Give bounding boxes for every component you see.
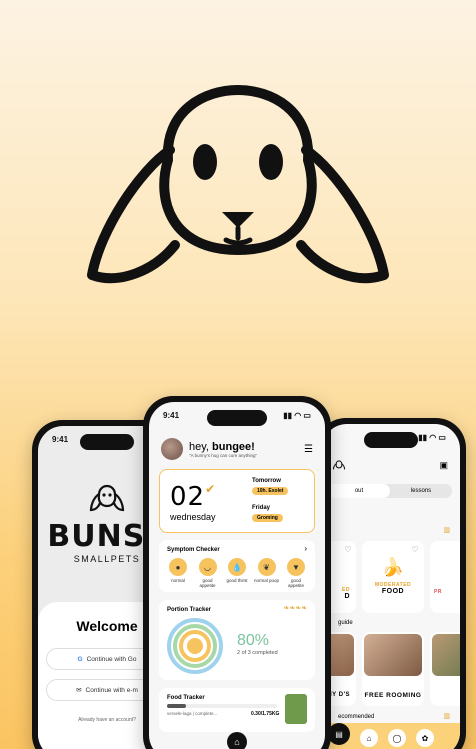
google-icon: G [77, 655, 83, 663]
guide-image [432, 634, 460, 676]
food-card[interactable]: ♡ 🍌 MODERATED FOOD [362, 541, 424, 613]
learn-screen: ▮▮ ◠ ▭ ▣ out lessons ▥ ♡ ED D ♡ 🍌 MODERAT… [322, 424, 460, 749]
symptom-item[interactable]: 💧 good thirst [224, 558, 250, 588]
bunny-logo-icon [87, 85, 389, 284]
notch [364, 432, 418, 448]
symptom-item[interactable]: ● normal [165, 558, 191, 588]
book-icon[interactable]: ▤ [328, 723, 350, 745]
bunny-icon [89, 484, 125, 512]
guide-card[interactable] [430, 632, 460, 706]
carrot-icon: ▼ [287, 558, 305, 576]
event-pill[interactable]: Groming [252, 514, 283, 522]
leaf-icon: ❦ [257, 558, 276, 576]
recommended-label: ecommended [338, 714, 375, 720]
date-number: 02✔ [170, 482, 217, 512]
symptom-list: ● normal ◡ good appetite 💧 good thirst ❦ nor… [165, 558, 309, 588]
status-time: 9:41 [52, 435, 69, 444]
check-icon: ✔ [205, 482, 217, 496]
mail-icon: ✉ [76, 687, 82, 694]
symptom-item[interactable]: ▼ good appetite [283, 558, 309, 588]
greeting-row: hey, bungee! "A bunny's hug can cure any… [161, 438, 313, 460]
food-subtitle: versele-laga | complete... [167, 711, 218, 716]
grid-icon[interactable]: ▥ [443, 526, 450, 534]
heart-icon[interactable]: ♡ [344, 545, 352, 554]
symptom-card[interactable]: Symptom Checker › ● normal ◡ good appetite… [159, 540, 315, 592]
dashboard-screen: 9:41 ▮▮ ◠ ▭ hey, bungee! "A bunny's hug c… [149, 402, 325, 749]
card-title: Portion Tracker [167, 607, 212, 613]
status-time: 9:41 [163, 411, 180, 420]
status-icons: ▮▮ ◠ ▭ [283, 411, 311, 420]
grid-icon[interactable]: ▥ [443, 712, 450, 720]
portion-ring [167, 618, 223, 674]
symptom-item[interactable]: ❦ normal poop [254, 558, 280, 588]
carrot-icon: ❧❧❧❧ [283, 605, 307, 612]
home-icon[interactable]: ⌂ [227, 732, 247, 749]
drop-icon: 💧 [228, 558, 246, 576]
symptom-item[interactable]: ◡ good appetite [195, 558, 221, 588]
notch [80, 434, 134, 450]
bottom-nav: ▤ ⌂ ◯ ✿ [322, 723, 460, 749]
date-card[interactable]: 02✔ wednesday Tomorrow 10h. Exolet Friday… [159, 469, 315, 533]
chat-icon[interactable]: ◯ [388, 729, 406, 747]
food-progress [167, 704, 277, 708]
guide-image [364, 634, 422, 676]
food-progress-fill [167, 704, 186, 708]
poop-icon: ● [169, 558, 187, 576]
home-icon[interactable]: ⌂ [360, 729, 378, 747]
card-title: Symptom Checker [167, 547, 220, 553]
bowl-icon: ◡ [198, 558, 217, 576]
tab-lessons[interactable]: lessons [390, 484, 452, 498]
guide-label: guide [338, 620, 353, 626]
settings-sliders-icon[interactable]: ☰ [304, 444, 313, 455]
paw-icon[interactable]: ✿ [416, 729, 434, 747]
portion-card[interactable]: Portion Tracker ❧❧❧❧ 80% 2 of 3 complete… [159, 600, 315, 680]
learn-phone: ▮▮ ◠ ▭ ▣ out lessons ▥ ♡ ED D ♡ 🍌 MODERAT… [316, 418, 466, 749]
event-pill[interactable]: 10h. Exolet [252, 487, 289, 495]
calendar-icon[interactable]: ▣ [439, 460, 448, 471]
friday: Friday Groming [252, 505, 283, 522]
heart-icon[interactable]: ♡ [411, 545, 419, 554]
portion-subtitle: 2 of 3 completed [237, 650, 278, 656]
quote: "A bunny's hug can cure anything" [189, 452, 258, 458]
guide-card[interactable]: FREE ROOMING [362, 632, 424, 706]
tabs: out lessons [328, 484, 452, 498]
tab-about[interactable]: out [328, 484, 390, 498]
date-day: wednesday [170, 512, 216, 522]
avatar[interactable] [161, 438, 183, 460]
food-card[interactable]: PR [430, 541, 460, 613]
dashboard-phone: 9:41 ▮▮ ◠ ▭ hey, bungee! "A bunny's hug c… [143, 396, 331, 749]
status-icons: ▮▮ ◠ ▭ [418, 433, 446, 442]
tomorrow: Tomorrow 10h. Exolet [252, 478, 289, 495]
portion-percent: 80% [237, 632, 270, 649]
card-title: Food Tracker [167, 695, 205, 701]
food-value: 0.30/1.75KG [251, 711, 280, 717]
chevron-right-icon[interactable]: › [304, 544, 307, 553]
notch [207, 410, 267, 426]
greeting: hey, bungee! [189, 440, 255, 453]
bunny-icon [332, 460, 346, 470]
banana-icon: 🍌 [381, 557, 405, 577]
food-tracker-card[interactable]: Food Tracker versele-laga | complete... … [159, 688, 315, 732]
bottom-nav: ⌂ [149, 732, 325, 749]
food-package-image [285, 694, 307, 724]
